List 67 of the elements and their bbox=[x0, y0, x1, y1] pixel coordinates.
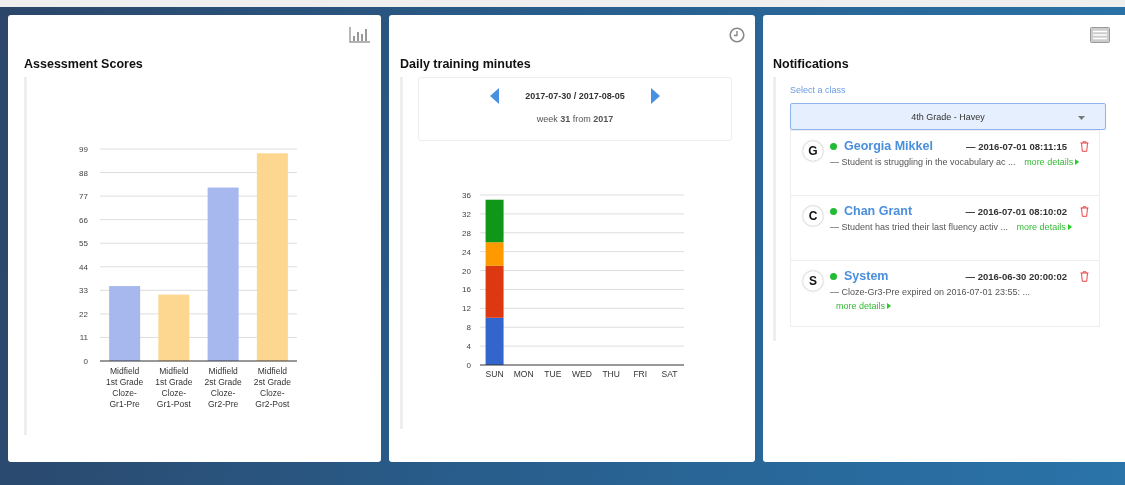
more-details-link[interactable]: more details bbox=[1024, 157, 1080, 167]
triangle-icon bbox=[887, 303, 892, 309]
card-title: Daily training minutes bbox=[400, 57, 532, 71]
status-dot bbox=[830, 272, 837, 280]
axis-tick: 0 bbox=[83, 357, 88, 366]
axis-tick: 24 bbox=[462, 247, 471, 257]
message-text: — Cloze-Gr3-Pre expired on 2016-07-01 23:55: ... bbox=[830, 287, 1031, 297]
axis-tick: 77 bbox=[79, 192, 88, 202]
category-label: SUN bbox=[485, 369, 504, 379]
axis-tick: 99 bbox=[79, 145, 88, 154]
triangle-icon bbox=[1075, 159, 1080, 165]
clock-icon[interactable] bbox=[729, 27, 745, 43]
class-dropdown[interactable]: 4th Grade - Havey bbox=[790, 103, 1106, 130]
message-text: — Student has tried their last fluency activ ... bbox=[830, 222, 1009, 232]
category-label: Midfield 2st Grade Cloze-Gr2-Post bbox=[253, 366, 292, 409]
axis-tick: 32 bbox=[462, 209, 471, 219]
delete-icon[interactable] bbox=[1080, 270, 1089, 282]
delete-icon[interactable] bbox=[1080, 140, 1089, 152]
category-label: MON bbox=[513, 369, 534, 379]
date-range: 2017-07-30 / 2017-08-05 bbox=[525, 91, 625, 101]
axis-tick: 44 bbox=[79, 262, 88, 272]
category-label: WED bbox=[572, 369, 592, 379]
category-label: SAT bbox=[661, 369, 678, 379]
status-dot bbox=[830, 142, 837, 150]
category-label: Midfield 1st Grade Cloze-Gr1-Pre bbox=[105, 366, 144, 409]
caret-icon bbox=[1078, 116, 1085, 120]
axis-tick: 22 bbox=[79, 309, 88, 319]
sender-link[interactable]: System bbox=[844, 269, 889, 283]
axis-tick: 0 bbox=[466, 361, 471, 370]
axis-tick: 16 bbox=[462, 285, 471, 295]
sender-link[interactable]: Chan Grant bbox=[844, 204, 913, 218]
select-label: Select a class bbox=[790, 85, 846, 95]
timestamp: — 2016-06-30 20:00:02 bbox=[965, 270, 1067, 282]
axis-tick: 11 bbox=[79, 333, 88, 343]
status-dot bbox=[830, 207, 837, 215]
card-title: Notifications bbox=[773, 57, 850, 71]
delete-icon[interactable] bbox=[1080, 205, 1089, 217]
axis-tick: 88 bbox=[79, 168, 88, 178]
axis-tick: 55 bbox=[79, 239, 88, 249]
category-label: THU bbox=[602, 369, 620, 379]
axis-tick: 8 bbox=[466, 323, 471, 333]
timestamp: — 2016-07-01 08:11:15 bbox=[966, 140, 1067, 152]
message-text: — Student is struggling in the vocabulary ac ... bbox=[830, 157, 1016, 167]
triangle-icon bbox=[1067, 224, 1072, 230]
category-label: FRI bbox=[633, 369, 648, 379]
axis-tick: 36 bbox=[462, 191, 471, 200]
axis-tick: 20 bbox=[462, 266, 471, 276]
timestamp: — 2016-07-01 08:10:02 bbox=[965, 205, 1067, 217]
sender-link[interactable]: Georgia Mikkel bbox=[844, 139, 933, 153]
category-label: Midfield 1st Grade Cloze-Gr1-Post bbox=[155, 366, 193, 409]
axis-tick: 12 bbox=[462, 304, 471, 314]
bar bbox=[158, 294, 190, 361]
axis-tick: 4 bbox=[466, 342, 471, 352]
next-icon[interactable] bbox=[649, 88, 660, 104]
axis-tick: 66 bbox=[79, 215, 88, 225]
card-title: Assessment Scores bbox=[24, 57, 144, 71]
axis-tick: 33 bbox=[79, 286, 88, 296]
more-details-link[interactable]: more details bbox=[1016, 222, 1072, 232]
bar-chart-icon[interactable] bbox=[349, 27, 371, 43]
axis-tick: 28 bbox=[462, 228, 471, 238]
list-icon[interactable] bbox=[1090, 27, 1110, 43]
bar-segment bbox=[485, 317, 504, 365]
week-label: week 31 from 2017 bbox=[536, 114, 614, 124]
category-label: TUE bbox=[544, 369, 562, 379]
more-details-link[interactable]: more details bbox=[836, 301, 892, 311]
previous-icon[interactable] bbox=[490, 88, 501, 104]
category-label: Midfield 2st Grade Cloze-Gr2-Pre bbox=[204, 366, 242, 409]
